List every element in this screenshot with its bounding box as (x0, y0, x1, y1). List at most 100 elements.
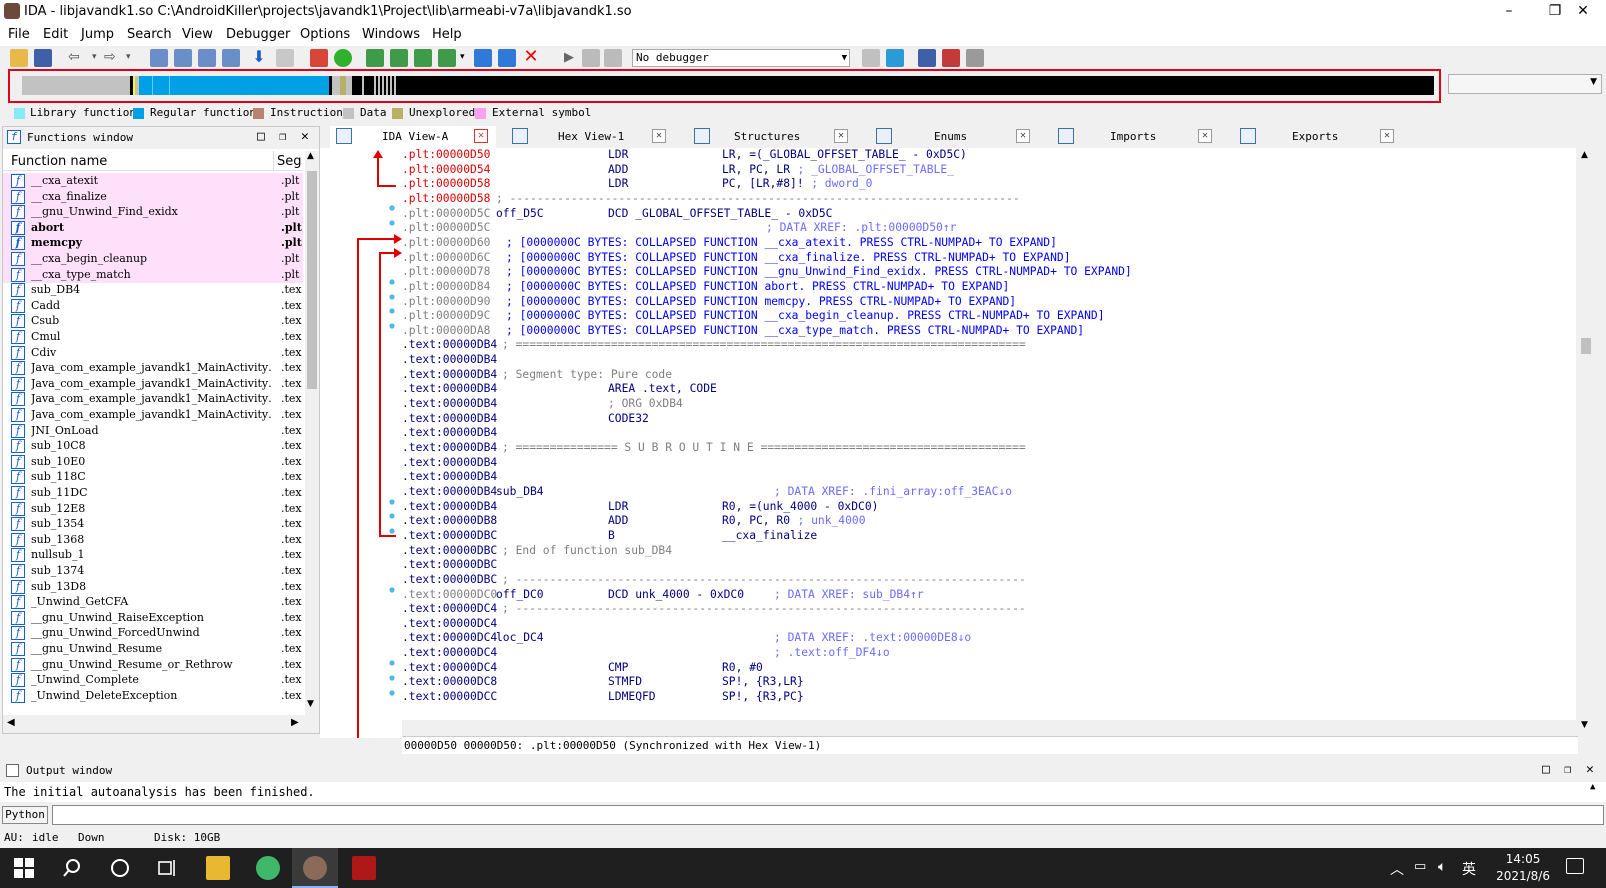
command-input[interactable] (52, 805, 1604, 825)
scroll-left-icon[interactable]: ◀ (7, 717, 15, 728)
menu-help[interactable]: Help (432, 27, 462, 42)
float-pane-icon[interactable]: ❐ (279, 129, 286, 143)
collapsed-function[interactable]: ; [0000000C BYTES: COLLAPSED FUNCTION me… (506, 295, 1016, 308)
windows-start-icon[interactable] (12, 856, 36, 880)
function-row[interactable]: f sub_10C8 .tex (3, 438, 303, 454)
close-tab-icon[interactable]: ✕ (474, 129, 488, 143)
notification-icon[interactable] (1566, 858, 1584, 874)
function-row[interactable]: f sub_12E8 .tex (3, 501, 303, 517)
scroll-up-icon[interactable]: ▲ (307, 151, 314, 161)
maximize-pane-icon[interactable]: □ (1542, 762, 1550, 777)
function-row[interactable]: f __gnu_Unwind_Resume .tex (3, 641, 303, 657)
scroll-thumb[interactable] (1581, 338, 1591, 354)
scroll-right-icon[interactable]: ▶ (291, 717, 299, 728)
ida-task-button[interactable] (292, 848, 338, 888)
function-row[interactable]: f sub_13D8 .tex (3, 579, 303, 595)
close-tab-icon[interactable]: ✕ (652, 129, 666, 143)
function-row[interactable]: f sub_11DC .tex (3, 485, 303, 501)
jump-down-icon[interactable]: ⬇ (250, 49, 268, 67)
tab-exports[interactable]: Exports ✕ (1236, 126, 1402, 148)
collapsed-function[interactable]: ; [0000000C BYTES: COLLAPSED FUNCTION __… (506, 251, 1071, 264)
menu-search[interactable]: Search (127, 27, 172, 42)
scroll-up-icon[interactable]: ▲ (1590, 782, 1595, 792)
network-icon[interactable]: ▭ (1414, 859, 1426, 874)
close-tab-icon[interactable]: ✕ (1198, 129, 1212, 143)
undo-icon[interactable] (276, 49, 294, 67)
menu-file[interactable]: File (8, 27, 30, 42)
menu-edit[interactable]: Edit (43, 27, 68, 42)
chevron-up-icon[interactable]: ︿ (1390, 859, 1404, 879)
float-pane-icon[interactable]: ❐ (1564, 762, 1571, 776)
close-pane-icon[interactable]: ✕ (301, 129, 309, 144)
python-button[interactable]: Python (2, 806, 48, 824)
function-row[interactable]: f JNI_OnLoad .tex (3, 423, 303, 439)
function-row[interactable]: f __cxa_finalize .plt (3, 188, 303, 205)
back-arrow-icon[interactable]: ⇦ (68, 49, 86, 67)
text-search-icon[interactable] (174, 49, 192, 67)
line-label[interactable]: off_DC0 (496, 588, 544, 601)
close-pane-icon[interactable]: ✕ (1586, 762, 1594, 777)
collapsed-function[interactable]: ; [0000000C BYTES: COLLAPSED FUNCTION __… (506, 265, 1132, 278)
cortana-icon[interactable] (108, 856, 132, 880)
function-row[interactable]: f sub_1354 .tex (3, 516, 303, 532)
delete-breakpoint-icon[interactable] (966, 49, 984, 67)
scroll-down-icon[interactable]: ▼ (1581, 720, 1588, 730)
forward-dropdown-icon[interactable]: ▾ (126, 49, 144, 67)
column-function-name[interactable]: Function name (11, 154, 107, 169)
data-icon[interactable] (390, 49, 408, 67)
maximize-pane-icon[interactable]: □ (257, 129, 265, 144)
function-row[interactable]: f __gnu_Unwind_Find_exidx .plt (3, 204, 303, 221)
function-row[interactable]: f sub_10E0 .tex (3, 454, 303, 470)
functions-vertical-scrollbar[interactable]: ▲ ▼ (305, 151, 319, 715)
menu-view[interactable]: View (182, 27, 213, 42)
function-row[interactable]: f Cadd .tex (3, 298, 303, 314)
menu-debugger[interactable]: Debugger (226, 27, 290, 42)
breakpoint-list-icon[interactable] (918, 49, 936, 67)
function-row[interactable]: f abort .plt (3, 219, 303, 236)
column-segment[interactable]: Seg (277, 154, 302, 169)
function-row[interactable]: f sub_118C .tex (3, 469, 303, 485)
function-row[interactable]: f Cdiv .tex (3, 345, 303, 361)
function-row[interactable]: f _Unwind_DeleteException .tex (3, 688, 303, 704)
function-row[interactable]: f Java_com_example_javandk1_MainActivity…… (3, 407, 303, 423)
navigation-band[interactable] (22, 76, 1434, 95)
debug-option-icon[interactable] (862, 49, 880, 67)
line-label[interactable]: loc_DC4 (496, 631, 544, 644)
function-row[interactable]: f __gnu_Unwind_ForcedUnwind .tex (3, 625, 303, 641)
code-icon[interactable] (366, 49, 384, 67)
scroll-down-icon[interactable]: ▼ (307, 699, 314, 709)
tab-enums[interactable]: Enums ✕ (872, 126, 1038, 148)
collapsed-function[interactable]: ; [0000000C BYTES: COLLAPSED FUNCTION __… (506, 309, 1105, 322)
disassembly-view[interactable]: .plt:00000D50 LDR LR, =(_GLOBAL_OFFSET_TAB… (402, 148, 1576, 720)
clock[interactable]: 14:05 2021/8/6 (1496, 851, 1550, 885)
menu-jump[interactable]: Jump (81, 27, 114, 42)
scroll-thumb[interactable] (307, 171, 317, 389)
menu-options[interactable]: Options (300, 27, 350, 42)
navband-dropdown[interactable]: ▼ (1448, 74, 1602, 94)
function-row[interactable]: f Java_com_example_javandk1_MainActivity…… (3, 391, 303, 407)
file-explorer-icon[interactable] (206, 856, 230, 880)
line-label[interactable]: sub_DB4 (496, 485, 544, 498)
pause-icon[interactable] (582, 49, 600, 67)
androidkiller-icon[interactable] (352, 856, 376, 880)
stop-icon[interactable] (604, 49, 622, 67)
function-row[interactable]: f _Unwind_GetCFA .tex (3, 594, 303, 610)
function-row[interactable]: f Java_com_example_javandk1_MainActivity…… (3, 376, 303, 392)
android-studio-icon[interactable] (256, 856, 280, 880)
open-file-icon[interactable] (10, 49, 28, 67)
immediate-search-icon[interactable] (198, 49, 216, 67)
forward-arrow-icon[interactable]: ⇨ (104, 49, 122, 67)
function-row[interactable]: f __gnu_Unwind_Resume_or_Rethrow .tex (3, 657, 303, 673)
start-debug-icon[interactable]: ▶ (560, 49, 578, 67)
function-row[interactable]: f _Unwind_Complete .tex (3, 672, 303, 688)
function-row[interactable]: f __cxa_atexit .plt (3, 173, 303, 189)
task-view-icon[interactable] (156, 856, 180, 880)
tab-structures[interactable]: Structures ✕ (690, 126, 856, 148)
minimize-button[interactable]: – (1486, 0, 1532, 24)
line-label[interactable]: off_D5C (496, 207, 544, 220)
save-icon[interactable] (34, 49, 52, 67)
function-row[interactable]: f sub_1374 .tex (3, 563, 303, 579)
string-icon[interactable] (414, 49, 432, 67)
function-icon[interactable] (498, 49, 516, 67)
graph-icon[interactable] (310, 49, 328, 67)
